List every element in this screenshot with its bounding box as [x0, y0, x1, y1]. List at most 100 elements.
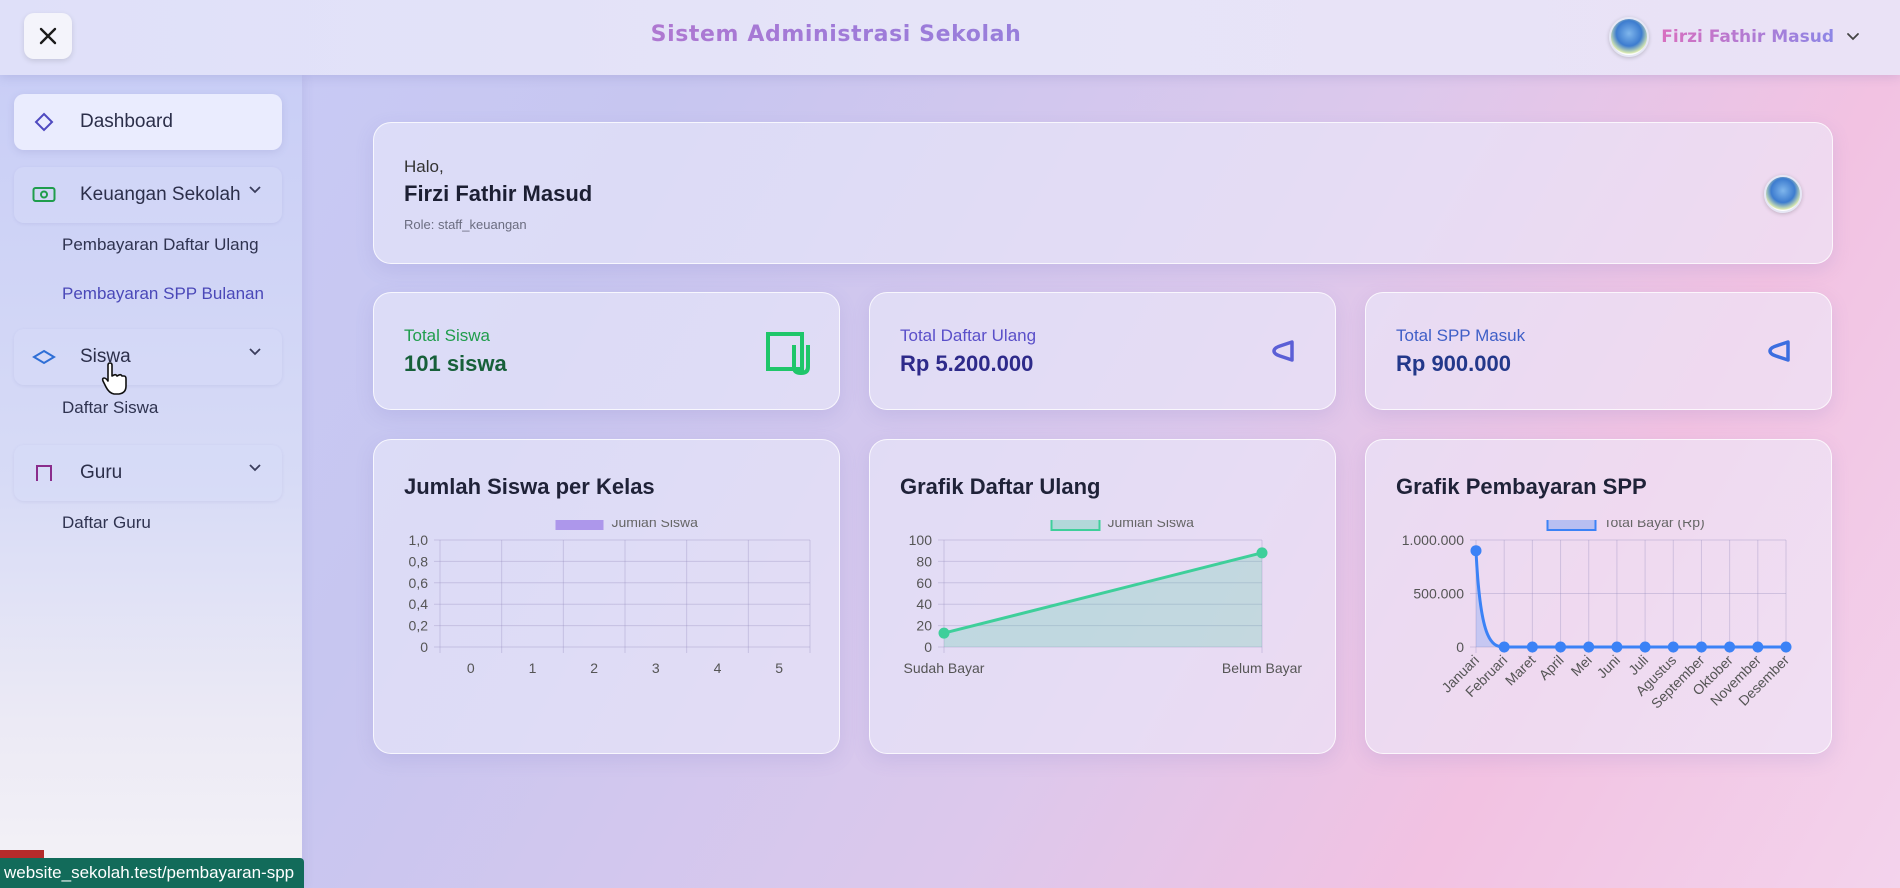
x-tick-label: Maret — [1502, 652, 1539, 689]
y-tick-label: 0,6 — [409, 575, 429, 591]
series-line — [1474, 550, 1786, 649]
legend-label: Total Bayar (Rp) — [1604, 520, 1705, 530]
school-logo — [1764, 175, 1802, 213]
y-tick-label: 1,0 — [409, 532, 429, 548]
avatar — [1609, 17, 1650, 57]
legend-label: Jumlah Siswa — [612, 520, 699, 530]
y-tick-label: 80 — [916, 553, 932, 569]
x-tick-label: Belum Bayar — [1222, 660, 1302, 676]
stat-card-total-siswa: Total Siswa 101 siswa — [373, 292, 840, 410]
stat-value: Rp 900.000 — [1396, 351, 1511, 376]
sidebar-subitem-pembayaran-spp-bulanan[interactable]: Pembayaran SPP Bulanan — [62, 284, 264, 304]
top-bar: Sistem Administrasi Sekolah Firzi Fathir… — [0, 0, 1900, 75]
y-tick-label: 40 — [916, 596, 932, 612]
stat-card-total-spp: Total SPP Masuk Rp 900.000 — [1365, 292, 1832, 410]
y-tick-label: 0,8 — [409, 553, 429, 569]
y-tick-label: 60 — [916, 575, 932, 591]
x-tick-label: April — [1536, 652, 1567, 683]
tag-icon — [1768, 340, 1790, 362]
chart-title: Jumlah Siswa per Kelas — [404, 474, 655, 499]
series-area — [1476, 550, 1786, 647]
data-point — [938, 627, 950, 639]
sidebar-subitem-pembayaran-daftar-ulang[interactable]: Pembayaran Daftar Ulang — [62, 235, 259, 255]
series-area — [944, 552, 1262, 647]
data-point — [1611, 641, 1623, 653]
layers-icon — [30, 346, 58, 368]
x-tick-label: 0 — [467, 660, 475, 676]
data-point — [1583, 641, 1595, 653]
y-tick-label: 0,2 — [409, 618, 429, 634]
students-icon — [766, 332, 810, 375]
x-tick-label: 1 — [529, 660, 537, 676]
sidebar-item-label: Dashboard — [80, 111, 173, 132]
sidebar: Dashboard Keuangan Sekolah Pembayaran Da… — [0, 75, 302, 888]
bookmark-icon — [30, 462, 58, 484]
sidebar-item-dashboard[interactable]: Dashboard — [14, 94, 282, 150]
chart-card-daftar-ulang: Grafik Daftar Ulang Jumlah Siswa 100 80 60 4… — [869, 439, 1336, 754]
user-menu[interactable]: Firzi Fathir Masud — [1609, 16, 1860, 58]
x-tick-label: 5 — [775, 660, 783, 676]
status-indicator — [0, 850, 44, 858]
hand-cursor-icon — [101, 362, 127, 395]
chevron-down-icon — [249, 464, 261, 472]
sidebar-subitem-daftar-guru[interactable]: Daftar Guru — [62, 513, 151, 533]
chevron-down-icon — [1847, 33, 1859, 41]
greeting-hello: Halo, — [404, 157, 444, 176]
stat-value: Rp 5.200.000 — [900, 351, 1034, 376]
app-title: Sistem Administrasi Sekolah — [0, 22, 1672, 47]
greeting-name: Firzi Fathir Masud — [404, 181, 593, 206]
legend-swatch — [1546, 520, 1597, 531]
x-tick-label: 2 — [590, 660, 598, 676]
user-name: Firzi Fathir Masud — [1661, 27, 1834, 47]
y-tick-label: 0 — [1456, 639, 1464, 655]
sidebar-item-keuangan[interactable]: Keuangan Sekolah — [14, 167, 282, 223]
y-tick-label: 500.000 — [1413, 586, 1464, 602]
sidebar-item-siswa[interactable]: Siswa — [14, 329, 282, 385]
line-chart: Total Bayar (Rp)1.000.000500.0000Januari… — [1402, 520, 1792, 712]
sidebar-subitem-daftar-siswa[interactable]: Daftar Siswa — [62, 398, 158, 418]
data-point — [1555, 641, 1567, 653]
sidebar-item-label: Guru — [80, 462, 123, 483]
data-point — [1752, 641, 1764, 653]
chart-title: Grafik Pembayaran SPP — [1396, 474, 1647, 499]
tag-icon — [1272, 340, 1294, 362]
y-tick-label: 0,4 — [409, 596, 429, 612]
y-tick-label: 20 — [916, 618, 932, 634]
stat-label: Total Daftar Ulang — [900, 326, 1037, 345]
sidebar-item-label: Keuangan Sekolah — [80, 184, 241, 205]
chevron-down-icon — [249, 186, 261, 194]
stat-value: 101 siswa — [404, 351, 507, 376]
y-tick-label: 100 — [909, 532, 933, 548]
diamond-icon — [30, 111, 58, 133]
legend-swatch — [1050, 520, 1101, 531]
stat-label: Total Siswa — [404, 326, 490, 345]
data-point — [1639, 641, 1651, 653]
money-icon — [30, 184, 58, 206]
x-tick-label: 3 — [652, 660, 660, 676]
stat-label: Total SPP Masuk — [1396, 326, 1526, 345]
data-point — [1780, 641, 1792, 653]
chart-card-siswa-per-kelas: Jumlah Siswa per Kelas Jumlah Siswa 1,0 0,… — [373, 439, 840, 754]
data-point — [1498, 641, 1510, 653]
data-point — [1256, 547, 1268, 559]
data-point — [1470, 545, 1482, 557]
chart-card-pembayaran-spp: Grafik Pembayaran SPP Total Bayar (Rp) 1.… — [1365, 439, 1832, 754]
data-point — [1667, 641, 1679, 653]
line-chart: Jumlah Siswa 100 80 60 40 20 0 Sudah Bayar Belum… — [904, 520, 1302, 676]
greeting-role: Role: staff_keuangan — [404, 217, 527, 232]
chart-title: Grafik Daftar Ulang — [900, 474, 1101, 499]
x-tick-label: Mei — [1568, 652, 1595, 679]
chevron-down-icon — [249, 348, 261, 356]
x-tick-label: 4 — [714, 660, 722, 676]
data-point — [1724, 641, 1736, 653]
bar-chart: Jumlah Siswa 1,0 0,8 0,6 0,4 0,2 0 0 1 2 3 4 5 — [409, 520, 811, 676]
x-tick-label: Sudah Bayar — [904, 660, 985, 676]
legend-swatch — [555, 520, 604, 530]
x-tick-label: Juni — [1594, 652, 1623, 681]
legend-label: Jumlah Siswa — [1108, 520, 1195, 530]
status-bar-url: website_sekolah.test/pembayaran-spp — [0, 858, 305, 888]
stat-card-total-daftar-ulang: Total Daftar Ulang Rp 5.200.000 — [869, 292, 1336, 410]
sidebar-item-guru[interactable]: Guru — [14, 445, 282, 501]
greeting-card: Halo, Firzi Fathir Masud Role: staff_keu… — [373, 122, 1833, 264]
y-tick-label: 0 — [420, 639, 428, 655]
